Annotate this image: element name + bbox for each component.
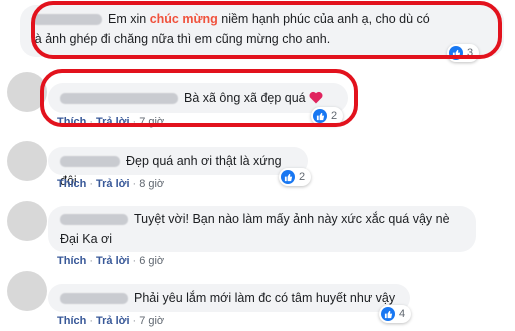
comment-text: Em xin [108,12,150,26]
comment-bubble: Em xin chúc mừng niềm hạnh phúc của anh … [20,5,504,57]
timestamp[interactable]: 6 giờ [139,255,164,267]
commenter-name[interactable] [60,293,128,305]
reaction-count[interactable]: 4 [379,305,412,323]
like-badge-icon [381,307,395,321]
reaction-count[interactable]: 2 [279,168,312,186]
highlighted-text: chúc mừng [149,12,218,26]
comment-text: niềm hạnh phúc của anh ạ, cho dù có [217,12,430,26]
reaction-number: 3 [467,47,474,59]
separator: · [89,255,94,267]
comment-bubble: Tuyệt vời! Bạn nào làm mấy ảnh này xức x… [48,206,476,252]
reply-link[interactable]: Trả lời [96,315,130,327]
avatar[interactable] [7,72,47,112]
timestamp[interactable]: 7 giờ [139,116,164,128]
separator: · [132,178,137,190]
like-link[interactable]: Thích [57,255,86,267]
separator: · [132,315,137,327]
comment-actions: Thích · Trả lời · 6 giờ [57,255,164,267]
like-badge-icon [281,170,295,184]
commenter-name[interactable] [32,14,102,26]
comment-text: Bà xã ông xã đẹp quá [184,91,306,105]
separator: · [89,315,94,327]
avatar[interactable] [7,271,47,311]
timestamp[interactable]: 8 giờ [139,178,164,190]
reply-link[interactable]: Trả lời [96,255,130,267]
comment-bubble: Đẹp quá anh ơi thật là xứng đôi [48,147,308,188]
comment-bubble: Phải yêu lắm mới làm đc có tâm huyết như… [48,284,410,312]
separator: · [89,116,94,128]
like-link[interactable]: Thích [57,116,86,128]
comment-actions: Thích · Trả lời · 7 giờ [57,315,164,327]
comment-actions: Thích · Trả lời · 8 giờ [57,178,164,190]
commenter-name[interactable] [60,214,128,226]
reaction-number: 2 [299,171,306,183]
reaction-count[interactable]: 3 [447,44,480,62]
comment-text: Đại Ka ơi [60,232,112,246]
reaction-number: 4 [399,308,406,320]
heart-icon [309,91,323,104]
like-link[interactable]: Thích [57,315,86,327]
separator: · [132,255,137,267]
commenter-name[interactable] [60,156,120,168]
comment-text: là ảnh ghép đi chăng nữa thì em cũng mừn… [32,32,331,46]
avatar[interactable] [7,201,47,241]
like-link[interactable]: Thích [57,178,86,190]
avatar[interactable] [7,141,47,181]
separator: · [89,178,94,190]
separator: · [132,116,137,128]
reply-link[interactable]: Trả lời [96,178,130,190]
comment-actions: Thích · Trả lời · 7 giờ [57,116,164,128]
comment-text: Phải yêu lắm mới làm đc có tâm huyết như… [134,291,396,305]
reaction-count[interactable]: 2 [311,107,344,125]
comment-line: Em xin chúc mừng niềm hạnh phúc của anh … [32,9,492,29]
commenter-name[interactable] [60,93,178,105]
timestamp[interactable]: 7 giờ [139,315,164,327]
reaction-number: 2 [331,110,338,122]
like-badge-icon [449,46,463,60]
reply-link[interactable]: Trả lời [96,116,130,128]
comment-text: Tuyệt vời! Bạn nào làm mấy ảnh này xức x… [134,212,450,226]
comment-line: Tuyệt vời! Bạn nào làm mấy ảnh này xức x… [60,209,464,229]
like-badge-icon [313,109,327,123]
comment-bubble: Bà xã ông xã đẹp quá [48,83,348,113]
